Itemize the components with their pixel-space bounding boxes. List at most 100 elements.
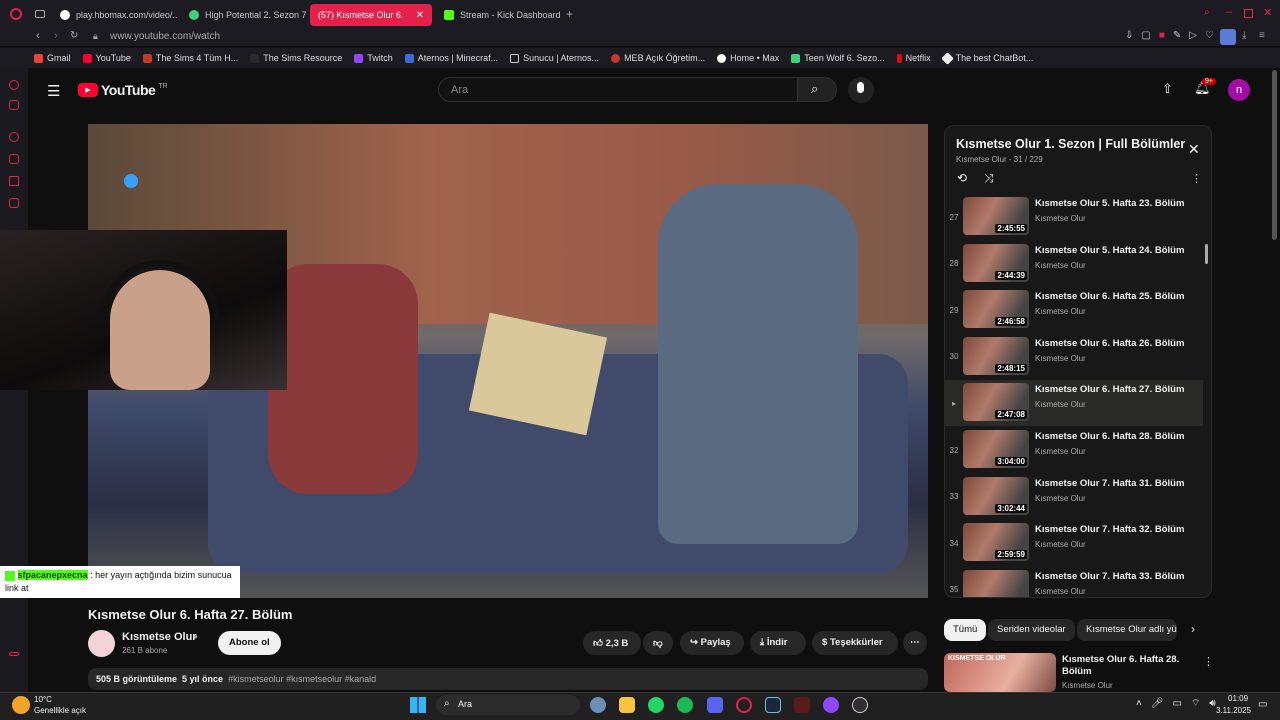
voice-search-button[interactable] <box>848 77 874 103</box>
playlist-item[interactable]: 30 2:48:15 Kısmetse Olur 6. Hafta 26. Bölü… <box>945 334 1203 380</box>
tab-overview-icon[interactable] <box>35 10 45 18</box>
playlist-item-title[interactable]: Kısmetse Olur 6. Hafta 28. Bölüm <box>1035 430 1203 443</box>
subscribe-button[interactable]: Abone ol <box>218 631 281 655</box>
steam-icon[interactable] <box>765 697 781 713</box>
menu-icon[interactable]: ≡ <box>1259 30 1265 41</box>
tray-icons[interactable]: ˄🎤︎▭⌔🔊︎ <box>1136 697 1225 710</box>
maximize-icon[interactable] <box>1244 9 1253 18</box>
playlist-item-thumbnail[interactable]: 3:04:00 <box>963 430 1029 468</box>
recommended-channel[interactable]: Kısmetse Olur <box>1062 681 1113 690</box>
description-box[interactable]: 505 B görüntüleme 5 yıl önce #kismetseol… <box>88 668 928 690</box>
discord-icon[interactable] <box>707 697 723 713</box>
playlist-item-title[interactable]: Kısmetse Olur 7. Hafta 33. Bölüm <box>1035 570 1203 583</box>
playlist-item-thumbnail[interactable]: 2:48:15 <box>963 336 1029 375</box>
bookmark-youtube[interactable]: YouTube <box>82 53 131 63</box>
playlist-title[interactable]: Kısmetse Olur 1. Sezon | Full Bölümler <box>956 137 1185 151</box>
filter-series-videos[interactable]: Seriden videolar <box>988 619 1075 641</box>
forward-icon[interactable]: › <box>54 30 58 42</box>
playlist-item-thumbnail[interactable]: 2:45:55 <box>963 197 1029 235</box>
tiktok-icon[interactable] <box>9 176 19 186</box>
page-scrollbar[interactable] <box>1272 70 1277 240</box>
back-icon[interactable]: ‹ <box>36 30 40 42</box>
filter-all[interactable]: Tümü <box>944 619 987 641</box>
playlist-item[interactable]: 28 2:44:39 Kısmetse Olur 5. Hafta 24. Bölü… <box>945 241 1203 287</box>
notification-center-icon[interactable]: ▭ <box>1258 699 1267 710</box>
playlist-item[interactable]: 33 3:02:44 Kısmetse Olur 7. Hafta 31. Bölü… <box>945 474 1203 520</box>
recommended-menu-icon[interactable]: ⋮ <box>1203 655 1214 668</box>
instagram-icon[interactable] <box>9 154 19 164</box>
download-icon[interactable]: ⤓ <box>1242 30 1246 41</box>
dislike-button[interactable]: 👎︎ <box>643 631 673 655</box>
whatsapp-icon[interactable] <box>648 697 664 713</box>
playlist-item-title[interactable]: Kısmetse Olur 5. Hafta 23. Bölüm <box>1035 197 1203 210</box>
spotify-icon[interactable] <box>677 697 693 713</box>
like-button[interactable]: 👍︎ 2,3 B <box>583 631 641 655</box>
messenger-icon[interactable] <box>9 80 19 90</box>
chevron-right-icon[interactable]: › <box>1191 622 1195 636</box>
search-button[interactable]: ⌕ <box>797 77 837 102</box>
settings-icon[interactable] <box>590 697 606 713</box>
search-tabs-icon[interactable]: ⌕ <box>1204 7 1210 18</box>
playlist-item[interactable]: 29 2:46:58 Kısmetse Olur 6. Hafta 25. Bölü… <box>945 287 1203 333</box>
playlist-item-title[interactable]: Kısmetse Olur 6. Hafta 26. Bölüm <box>1035 337 1203 350</box>
bookmark-aternos-server[interactable]: Sunucu | Aternos... <box>510 53 599 63</box>
playlist-item[interactable]: 35 Kısmetse Olur 7. Hafta 33. Bölüm Kısmet… <box>945 567 1203 597</box>
youtube-logo[interactable]: ▶ YouTube TR <box>78 82 168 98</box>
playlist-item-thumbnail[interactable]: 3:02:44 <box>963 476 1029 515</box>
twitch-studio-icon[interactable] <box>823 697 839 713</box>
bookmark-teen-wolf[interactable]: Teen Wolf 6. Sezo... <box>791 53 885 63</box>
playlist-item-thumbnail[interactable]: 2:46:58 <box>963 290 1029 329</box>
recommended-title[interactable]: Kısmetse Olur 6. Hafta 28. Bölüm <box>1062 654 1200 678</box>
download-button[interactable]: ⤓ İndir <box>750 631 806 655</box>
upload-icon[interactable]: ⇧ <box>1162 81 1173 97</box>
weather-icon[interactable] <box>12 696 30 714</box>
channel-name[interactable]: Kısmetse Olur <box>122 631 197 643</box>
tab-youtube-active[interactable]: (57) Kısmetse Olur 6. ✕ <box>310 4 432 26</box>
playlist-item-title[interactable]: Kısmetse Olur 7. Hafta 32. Bölüm <box>1035 523 1203 536</box>
playlist-item[interactable]: 34 2:59:59 Kısmetse Olur 7. Hafta 32. Bölü… <box>945 520 1203 566</box>
obs-icon[interactable] <box>852 697 868 713</box>
playlist-item-thumbnail[interactable] <box>963 569 1029 597</box>
bookmark-aternos-minecraft[interactable]: Aternos | Minecraf... <box>404 53 498 63</box>
tab-high-potential[interactable]: High Potential 2. Sezon 7 <box>181 4 307 26</box>
playlist-item-title[interactable]: Kısmetse Olur 5. Hafta 24. Bölüm <box>1035 244 1203 257</box>
opera-logo-icon[interactable] <box>10 8 22 20</box>
file-explorer-icon[interactable] <box>619 697 635 713</box>
playlist-item-thumbnail[interactable]: 2:47:08 <box>963 383 1029 422</box>
playlist-item-thumbnail[interactable]: 2:44:39 <box>963 243 1029 282</box>
bookmark-sims-resource[interactable]: The Sims Resource <box>250 53 342 63</box>
close-playlist-icon[interactable]: ✕ <box>1188 141 1200 158</box>
search-input[interactable]: Ara <box>438 77 798 102</box>
playlist-item[interactable]: 32 3:04:00 Kısmetse Olur 6. Hafta 28. Bölü… <box>945 427 1203 473</box>
close-tab-icon[interactable]: ✕ <box>416 10 424 21</box>
discord-icon[interactable] <box>9 198 19 208</box>
playlist-item[interactable]: ▸ 2:47:08 Kısmetse Olur 6. Hafta 27. Bölüm… <box>945 380 1203 427</box>
thanks-button[interactable]: $ Teşekkürler <box>812 631 898 655</box>
taskbar-search[interactable]: ⌕ Ara <box>436 695 580 715</box>
url-field[interactable]: www.youtube.com/watch <box>110 31 220 42</box>
shuffle-icon[interactable]: ⤨ <box>984 171 994 186</box>
profile-icon[interactable] <box>1220 29 1236 45</box>
recommended-thumbnail[interactable]: KISMETSE OLUR <box>944 653 1056 692</box>
filter-channel-videos[interactable]: Kısmetse Olur adlı yü <box>1077 619 1177 641</box>
whatsapp-icon[interactable] <box>9 132 19 142</box>
bookmark-netflix[interactable]: Netflix <box>896 53 931 63</box>
reload-icon[interactable]: ↻ <box>70 30 78 41</box>
windows-start-icon[interactable] <box>410 697 426 713</box>
minimize-icon[interactable]: – <box>1226 6 1232 18</box>
vegas-icon[interactable] <box>794 697 810 713</box>
playlist-item[interactable]: 27 2:45:55 Kısmetse Olur 5. Hafta 23. Bölü… <box>945 194 1203 240</box>
hamburger-menu-icon[interactable]: ☰ <box>47 82 60 100</box>
playlist-item-thumbnail[interactable]: 2:59:59 <box>963 523 1029 562</box>
more-actions-button[interactable]: ⋯ <box>903 631 927 655</box>
weather-temp[interactable]: 10°C <box>34 695 52 704</box>
playlist-item-title[interactable]: Kısmetse Olur 6. Hafta 27. Bölüm <box>1035 383 1203 396</box>
channel-avatar[interactable] <box>88 630 115 657</box>
tab-kick[interactable]: Stream - Kick Dashboard <box>436 4 562 26</box>
loop-icon[interactable]: ⟲ <box>957 171 967 185</box>
clock-time[interactable]: 01:09 <box>1228 694 1248 703</box>
playlist-item-title[interactable]: Kısmetse Olur 6. Hafta 25. Bölüm <box>1035 290 1203 303</box>
hashtags[interactable]: #kismetseolur #kısmetseolur #kanald <box>228 674 376 684</box>
playlist-item-title[interactable]: Kısmetse Olur 7. Hafta 31. Bölüm <box>1035 477 1203 490</box>
close-window-icon[interactable]: ✕ <box>1263 6 1272 19</box>
